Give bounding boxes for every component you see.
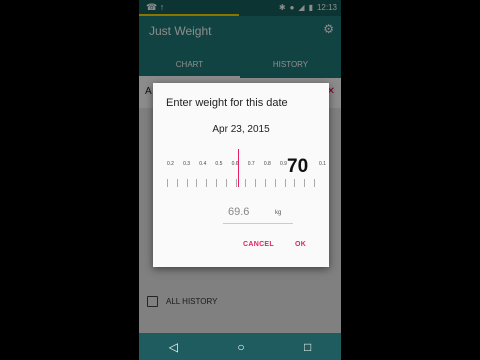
dialog-date[interactable]: Apr 23, 2015 xyxy=(153,124,329,135)
back-icon[interactable]: ◁ xyxy=(169,340,178,354)
ruler-ticks xyxy=(167,179,315,187)
ok-button[interactable]: OK xyxy=(295,241,306,248)
dialog-title: Enter weight for this date xyxy=(166,97,288,109)
weight-input[interactable]: 69.6 xyxy=(228,206,249,218)
ruler-label: 0.3 xyxy=(183,161,191,167)
cancel-button[interactable]: CANCEL xyxy=(243,241,274,248)
ruler-label: 0.1 xyxy=(319,161,326,167)
recents-icon[interactable]: □ xyxy=(304,340,311,354)
weight-input-field[interactable]: 69.6 kg xyxy=(223,203,293,224)
ruler-current-value: 70 xyxy=(287,156,309,177)
ruler-indicator xyxy=(238,149,239,187)
ruler-label: 0.2 xyxy=(167,161,174,167)
ruler-label: 0.7 xyxy=(247,161,255,167)
unit-label: kg xyxy=(275,210,282,216)
ruler-labels: 0.2 0.3 0.4 0.5 0.6 0.7 0.8 0.9 xyxy=(167,161,287,167)
ruler-label: 0.4 xyxy=(199,161,207,167)
ruler-label: 0.8 xyxy=(263,161,271,167)
weight-ruler-picker[interactable]: 0.2 0.3 0.4 0.5 0.6 0.7 0.8 0.9 70 0.1 xyxy=(167,149,326,197)
weight-dialog: Enter weight for this date Apr 23, 2015 … xyxy=(153,83,329,267)
home-icon[interactable]: ○ xyxy=(237,340,244,354)
ruler-label: 0.9 xyxy=(279,161,287,167)
ruler-label: 0.5 xyxy=(215,161,223,167)
navigation-bar: ◁ ○ □ xyxy=(139,333,341,360)
